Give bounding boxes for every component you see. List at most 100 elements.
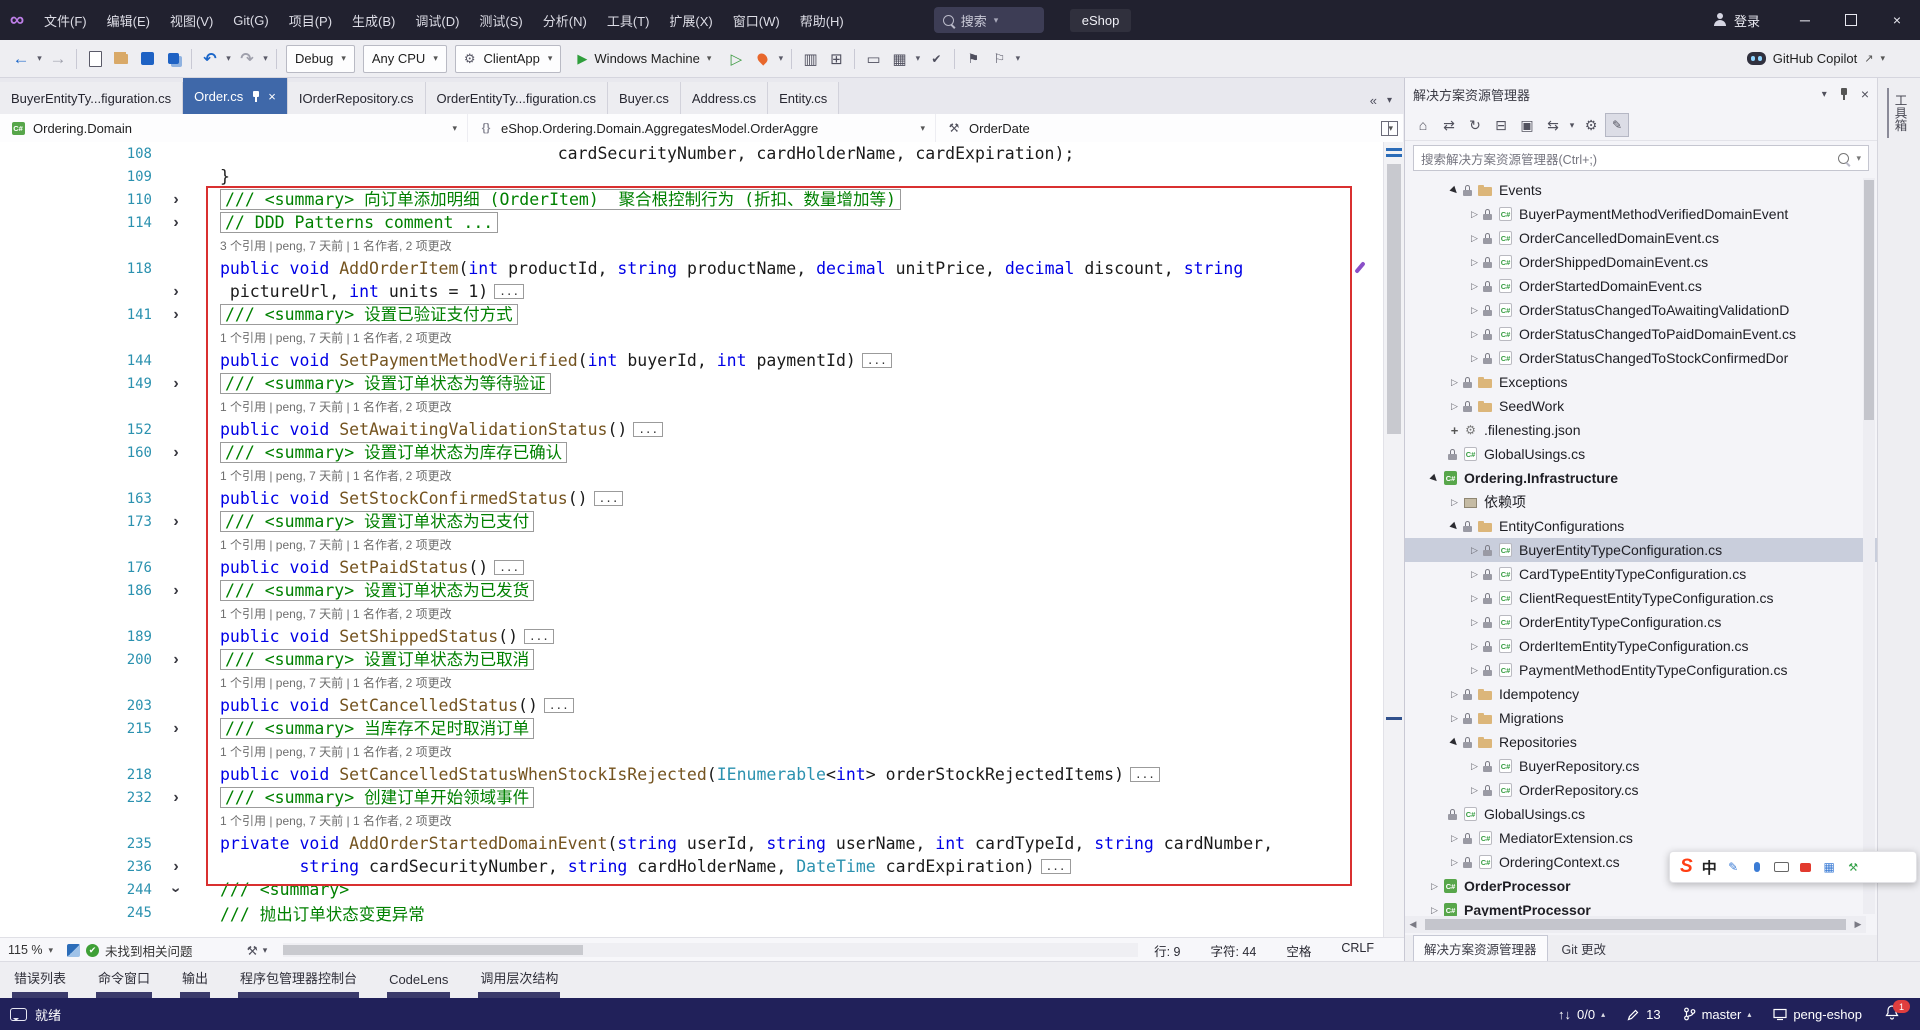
collapsed-region-box[interactable]: ... bbox=[543, 698, 574, 713]
code-line[interactable]: 149 /// <summary> 设置订单状态为等待验证 bbox=[0, 372, 1384, 395]
launch-profile-dropdown[interactable]: ClientApp ▾ bbox=[454, 44, 562, 73]
mic-icon[interactable] bbox=[1750, 860, 1765, 875]
expander-icon[interactable] bbox=[1467, 617, 1482, 628]
document-tab[interactable]: Buyer.cs bbox=[607, 82, 681, 114]
expander-icon[interactable] bbox=[1467, 641, 1482, 652]
code-line[interactable]: 244 /// <summary> bbox=[0, 878, 1384, 901]
expander-icon[interactable] bbox=[1467, 569, 1482, 580]
code-line[interactable]: 186 /// <summary> 设置订单状态为已发货 bbox=[0, 579, 1384, 602]
tree-item[interactable]: BuyerRepository.cs bbox=[1405, 754, 1878, 778]
tree-item[interactable]: Idempotency bbox=[1405, 682, 1878, 706]
redo-icon[interactable] bbox=[234, 45, 260, 73]
tool-window-tab[interactable]: 解决方案资源管理器 bbox=[1413, 935, 1548, 961]
code-line[interactable]: pictureUrl, int units = 1) ... bbox=[0, 280, 1384, 303]
preview-icon[interactable] bbox=[1605, 113, 1629, 137]
split-editor-icon[interactable] bbox=[1381, 121, 1398, 136]
scrollbar-thumb[interactable] bbox=[1425, 919, 1846, 930]
menu-item[interactable]: 扩展(X) bbox=[659, 0, 722, 40]
menu-item[interactable]: 帮助(H) bbox=[790, 0, 854, 40]
document-tab[interactable]: BuyerEntityTy...figuration.cs bbox=[0, 82, 184, 114]
tree-item[interactable]: OrderEntityTypeConfiguration.cs bbox=[1405, 610, 1878, 634]
code-line[interactable]: 152 public void SetAwaitingValidationSta… bbox=[0, 418, 1384, 441]
pages-icon[interactable] bbox=[823, 45, 849, 73]
document-tab[interactable]: IOrderRepository.cs bbox=[287, 82, 426, 114]
close-icon[interactable]: × bbox=[1861, 86, 1869, 102]
repository-button[interactable]: peng-eshop bbox=[1773, 1007, 1862, 1022]
refresh-icon[interactable] bbox=[1463, 113, 1487, 137]
menu-item[interactable]: 项目(P) bbox=[279, 0, 342, 40]
home-icon[interactable] bbox=[1411, 113, 1435, 137]
tree-item[interactable]: BuyerPaymentMethodVerifiedDomainEvent bbox=[1405, 202, 1878, 226]
solution-name[interactable]: eShop bbox=[1069, 8, 1132, 32]
tree-item[interactable]: Ordering.Infrastructure bbox=[1405, 466, 1878, 490]
document-health-icon[interactable] bbox=[67, 943, 81, 957]
menu-item[interactable]: 编辑(E) bbox=[97, 0, 160, 40]
tree-scrollbar[interactable] bbox=[1863, 178, 1875, 914]
scrollbar-thumb[interactable] bbox=[1864, 180, 1874, 420]
code-line[interactable]: 109 } bbox=[0, 165, 1384, 188]
separator[interactable] bbox=[186, 45, 197, 73]
tree-item[interactable]: OrderStatusChangedToStockConfirmedDor bbox=[1405, 346, 1878, 370]
scrollbar-thumb[interactable] bbox=[283, 945, 584, 955]
expander-icon[interactable] bbox=[1447, 521, 1462, 532]
document-tab[interactable]: Address.cs bbox=[680, 82, 769, 114]
code-line[interactable]: 1 个引用 | peng, 7 天前 | 1 名作者, 2 项更改 bbox=[0, 602, 1384, 625]
expander-icon[interactable] bbox=[1467, 353, 1482, 364]
expander-icon[interactable] bbox=[1427, 881, 1442, 892]
expander-icon[interactable] bbox=[1467, 329, 1482, 340]
document-tab[interactable]: Entity.cs bbox=[768, 82, 840, 114]
fold-chevron-icon[interactable] bbox=[168, 720, 184, 738]
fold-chevron-icon[interactable] bbox=[168, 214, 184, 232]
menu-item[interactable]: 工具(T) bbox=[597, 0, 660, 40]
expander-icon[interactable] bbox=[1467, 593, 1482, 604]
tree-hscrollbar[interactable]: ◀ ▶ bbox=[1405, 916, 1866, 933]
flag-icon[interactable] bbox=[986, 45, 1012, 73]
tree-item[interactable]: OrderShippedDomainEvent.cs bbox=[1405, 250, 1878, 274]
spaces-indicator[interactable]: 空格 bbox=[1286, 941, 1311, 960]
menu-item[interactable]: 窗口(W) bbox=[723, 0, 790, 40]
tree-item[interactable]: OrderCancelledDomainEvent.cs bbox=[1405, 226, 1878, 250]
branch-button[interactable]: master ▴ bbox=[1683, 1007, 1751, 1022]
code-line[interactable]: 163 public void SetStockConfirmedStatus(… bbox=[0, 487, 1384, 510]
collapsed-region-box[interactable]: ... bbox=[633, 422, 664, 437]
tree-item[interactable]: CardTypeEntityTypeConfiguration.cs bbox=[1405, 562, 1878, 586]
panel-tab[interactable]: 输出 bbox=[180, 961, 211, 998]
code-editor[interactable]: 108 cardSecurityNumber, cardHolderName, … bbox=[0, 142, 1384, 937]
code-line[interactable]: 141 /// <summary> 设置已验证支付方式 bbox=[0, 303, 1384, 326]
code-line[interactable]: 160 /// <summary> 设置订单状态为库存已确认 bbox=[0, 441, 1384, 464]
panel-tab[interactable]: CodeLens bbox=[387, 965, 451, 998]
expander-icon[interactable] bbox=[1447, 857, 1462, 868]
separator[interactable] bbox=[849, 45, 860, 73]
undo-icon[interactable] bbox=[197, 45, 223, 73]
panel-tab[interactable]: 错误列表 bbox=[12, 961, 69, 998]
caret-icon[interactable] bbox=[1012, 45, 1023, 73]
monitor-icon[interactable] bbox=[860, 45, 886, 73]
code-cleanup-button[interactable]: ⚒ ▾ bbox=[247, 943, 268, 958]
solution-search-input[interactable]: 搜索解决方案资源管理器(Ctrl+;) ▾ bbox=[1413, 145, 1869, 171]
collapsed-region-box[interactable]: ... bbox=[593, 491, 624, 506]
github-copilot-button[interactable]: GitHub Copilot ↗ ▾ bbox=[1738, 45, 1894, 73]
expander-icon[interactable] bbox=[1467, 545, 1482, 556]
collapsed-region-box[interactable]: ... bbox=[524, 629, 554, 644]
solution-explorer-header[interactable]: 解决方案资源管理器 ▾ × bbox=[1405, 78, 1877, 110]
collapsed-region-box[interactable]: ... bbox=[1040, 859, 1071, 874]
menu-item[interactable]: 视图(V) bbox=[160, 0, 223, 40]
scroll-left-icon[interactable]: ◀ bbox=[1405, 919, 1421, 930]
tree-item[interactable]: ClientRequestEntityTypeConfiguration.cs bbox=[1405, 586, 1878, 610]
expander-icon[interactable] bbox=[1467, 665, 1482, 676]
platform-dropdown[interactable]: Any CPU ▾ bbox=[362, 44, 447, 73]
tree-item[interactable]: Repositories bbox=[1405, 730, 1878, 754]
wrench-icon[interactable] bbox=[1846, 860, 1861, 875]
configuration-dropdown[interactable]: Debug ▾ bbox=[286, 44, 355, 73]
expander-icon[interactable] bbox=[1447, 401, 1462, 412]
code-line[interactable]: 189 public void SetShippedStatus() ... bbox=[0, 625, 1384, 648]
git-sync-button[interactable]: ↑↓ 0/0 ▴ bbox=[1558, 1007, 1605, 1022]
fold-chevron-icon[interactable] bbox=[168, 651, 184, 669]
separator[interactable] bbox=[786, 45, 797, 73]
fold-chevron-icon[interactable] bbox=[168, 191, 184, 209]
expander-icon[interactable] bbox=[1447, 689, 1462, 700]
expander-icon[interactable] bbox=[1467, 785, 1482, 796]
titlebar-search[interactable]: 搜索 ▾ bbox=[933, 7, 1044, 33]
expander-icon[interactable] bbox=[1467, 305, 1482, 316]
collapsed-region-box[interactable]: ... bbox=[494, 560, 525, 575]
